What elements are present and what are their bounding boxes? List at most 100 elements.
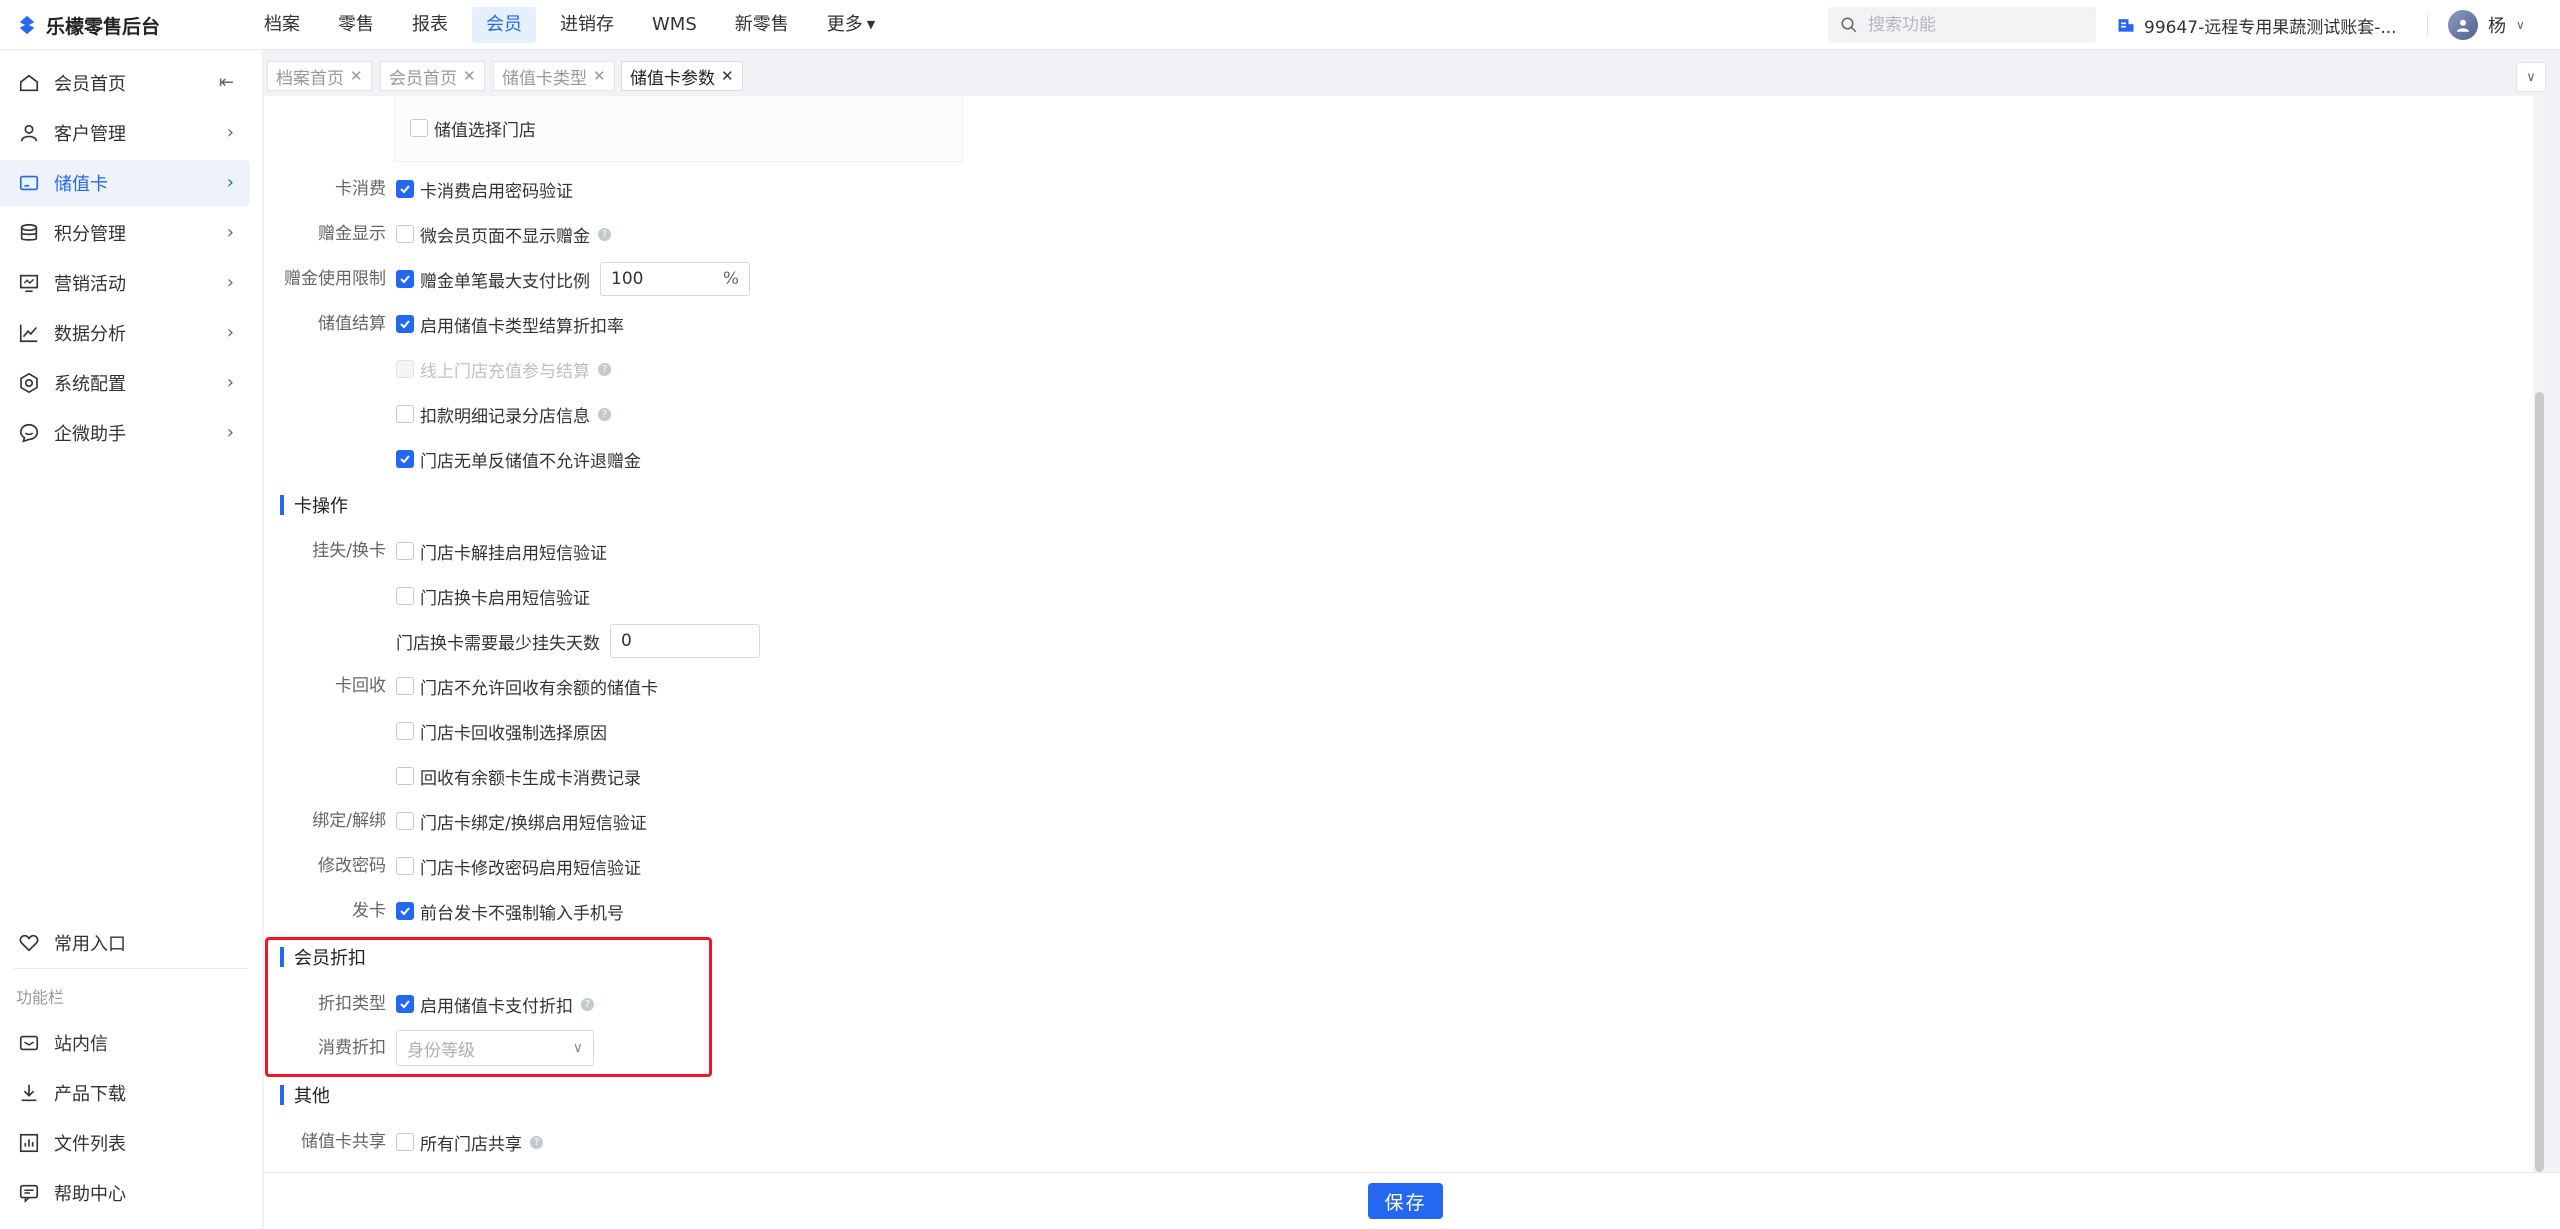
checkbox-no-refund[interactable]: 门店无单反储值不允许退赠金 <box>396 442 641 476</box>
field-label: 绑定/解绑 <box>312 811 386 831</box>
help-icon[interactable]: ? <box>598 407 611 421</box>
tab-card-params[interactable]: 储值卡参数 ✕ <box>621 61 743 91</box>
checkbox-gift-limit[interactable]: 赠金单笔最大支付比例 100% <box>396 262 750 296</box>
unit-label: % <box>722 269 739 289</box>
help-icon[interactable]: ? <box>598 362 611 376</box>
gift-ratio-input[interactable]: 100% <box>600 262 750 296</box>
tab-member-home[interactable]: 会员首页 ✕ <box>380 61 485 91</box>
checkbox-checked[interactable] <box>396 450 414 468</box>
input-value: 0 <box>621 631 632 651</box>
help-icon[interactable]: ? <box>598 227 611 241</box>
close-icon[interactable]: ✕ <box>463 67 476 85</box>
logo-icon <box>19 15 35 35</box>
checkbox-recycle-balance[interactable]: 门店不允许回收有余额的储值卡 <box>396 669 658 703</box>
close-icon[interactable]: ✕ <box>350 67 363 85</box>
sidebar-item-customer[interactable]: 客户管理 › <box>0 110 250 156</box>
sidebar-item-files[interactable]: 文件列表 <box>0 1120 250 1166</box>
nav-report[interactable]: 报表 <box>398 7 462 43</box>
app-logo[interactable]: 乐檬零售后台 <box>16 0 160 50</box>
close-icon[interactable]: ✕ <box>721 67 734 85</box>
chat-icon <box>19 423 39 443</box>
tabs-dropdown[interactable]: ∨ <box>2516 62 2546 92</box>
tab-card-type[interactable]: 储值卡类型 ✕ <box>493 61 615 91</box>
checkbox-checked[interactable] <box>396 315 414 333</box>
checkbox-recycle-record[interactable]: 回收有余额卡生成卡消费记录 <box>396 759 641 793</box>
nav-member[interactable]: 会员 <box>472 7 536 43</box>
field-label: 挂失/换卡 <box>312 541 386 561</box>
checkbox-online-recharge: 线上门店充值参与结算? <box>396 352 611 386</box>
checkbox[interactable] <box>396 767 414 785</box>
checkbox[interactable] <box>396 1133 414 1151</box>
mail-icon <box>19 1035 39 1051</box>
checkbox[interactable] <box>396 722 414 740</box>
option-label: 门店换卡启用短信验证 <box>420 588 590 609</box>
checkbox-card-consume[interactable]: 卡消费启用密码验证 <box>396 172 573 206</box>
checkbox-checked[interactable] <box>396 180 414 198</box>
search-box[interactable] <box>1828 7 2096 43</box>
checkbox[interactable] <box>396 857 414 875</box>
sidebar-item-messages[interactable]: 站内信 <box>0 1020 250 1066</box>
sidebar-item-points[interactable]: 积分管理 › <box>0 210 250 256</box>
help-icon[interactable]: ? <box>530 1135 543 1149</box>
account-selector[interactable]: 99647-远程专用果蔬测试账套-... <box>2116 0 2397 50</box>
checkbox-bind-sms[interactable]: 门店卡绑定/换绑启用短信验证 <box>396 804 647 838</box>
search-input[interactable] <box>1868 15 2068 35</box>
checkbox-checked[interactable] <box>396 270 414 288</box>
chevron-down-icon: ∨ <box>2516 18 2525 32</box>
checkbox[interactable] <box>410 119 428 137</box>
checkbox-settlement[interactable]: 启用储值卡类型结算折扣率 <box>396 307 624 341</box>
min-days-input[interactable]: 0 <box>610 624 760 658</box>
sidebar-item-favorites[interactable]: 常用入口 <box>0 920 250 966</box>
sidebar-item-stored-card[interactable]: 储值卡 › <box>0 160 250 206</box>
user-menu[interactable]: 杨 ∨ <box>2448 0 2525 50</box>
tab-archive-home[interactable]: 档案首页 ✕ <box>267 61 372 91</box>
option-label: 启用储值卡类型结算折扣率 <box>420 316 624 337</box>
top-nav: 档案 零售 报表 会员 进销存 WMS 新零售 更多 ▼ <box>250 0 899 50</box>
tab-label: 档案首页 <box>276 68 344 89</box>
monitor-icon <box>19 274 39 293</box>
section-title: 卡操作 <box>294 496 348 517</box>
checkbox-issue-phone[interactable]: 前台发卡不强制输入手机号 <box>396 894 624 928</box>
checkbox[interactable] <box>396 225 414 243</box>
nav-inventory[interactable]: 进销存 <box>546 7 628 43</box>
checkbox[interactable] <box>396 405 414 423</box>
scrollbar-thumb[interactable] <box>2535 392 2544 1172</box>
section-bar <box>280 495 284 515</box>
nav-retail[interactable]: 零售 <box>324 7 388 43</box>
sidebar-item-wecom[interactable]: 企微助手 › <box>0 410 250 456</box>
field-label: 修改密码 <box>318 856 386 876</box>
checkbox[interactable] <box>396 542 414 560</box>
checkbox-recycle-reason[interactable]: 门店卡回收强制选择原因 <box>396 714 607 748</box>
check-icon <box>400 275 410 284</box>
close-icon[interactable]: ✕ <box>593 67 606 85</box>
checkbox-unlock-sms[interactable]: 门店卡解挂启用短信验证 <box>396 534 607 568</box>
collapse-icon[interactable]: ⇤ <box>219 72 234 93</box>
save-button[interactable]: 保存 <box>1368 1183 1443 1219</box>
download-icon <box>21 1084 37 1102</box>
checkbox-store-select[interactable]: 储值选择门店 <box>410 111 536 145</box>
field-label: 卡消费 <box>335 179 386 199</box>
checkbox[interactable] <box>396 587 414 605</box>
nav-archive[interactable]: 档案 <box>250 7 314 43</box>
checkbox-pwd-sms[interactable]: 门店卡修改密码启用短信验证 <box>396 849 641 883</box>
checkbox-deduct-detail[interactable]: 扣款明细记录分店信息? <box>396 397 611 431</box>
sidebar-item-marketing[interactable]: 营销活动 › <box>0 260 250 306</box>
checkbox-replace-sms[interactable]: 门店换卡启用短信验证 <box>396 579 590 613</box>
divider <box>2427 14 2428 36</box>
sidebar-item-member-home[interactable]: 会员首页 ⇤ <box>0 60 250 106</box>
checkbox-checked[interactable] <box>396 902 414 920</box>
section-title: 其他 <box>294 1086 330 1107</box>
sidebar-item-system[interactable]: 系统配置 › <box>0 360 250 406</box>
nav-more[interactable]: 更多 ▼ <box>813 7 889 43</box>
checkbox-gift-display[interactable]: 微会员页面不显示赠金? <box>396 217 611 251</box>
checkbox-share-all[interactable]: 所有门店共享? <box>396 1125 543 1159</box>
sidebar-item-help[interactable]: 帮助中心 <box>0 1170 250 1216</box>
option-label: 线上门店充值参与结算 <box>420 361 590 382</box>
checkbox[interactable] <box>396 812 414 830</box>
nav-new-retail[interactable]: 新零售 <box>721 7 803 43</box>
coins-icon <box>20 223 38 241</box>
nav-wms[interactable]: WMS <box>638 7 711 43</box>
checkbox[interactable] <box>396 677 414 695</box>
sidebar-item-analytics[interactable]: 数据分析 › <box>0 310 250 356</box>
sidebar-item-download[interactable]: 产品下载 <box>0 1070 250 1116</box>
